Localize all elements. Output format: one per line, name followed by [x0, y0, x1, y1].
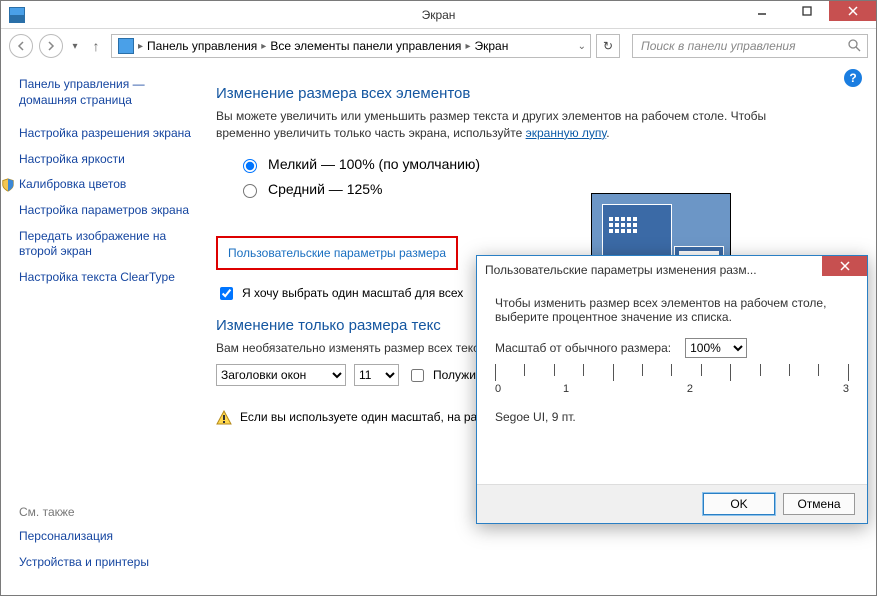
- history-dropdown-icon[interactable]: ▾: [69, 41, 81, 52]
- chevron-right-icon: ▸: [465, 41, 470, 52]
- dialog-title: Пользовательские параметры изменения раз…: [485, 263, 757, 277]
- search-box[interactable]: [632, 34, 868, 58]
- ruler-label-0: 0: [495, 383, 501, 395]
- magnifier-link[interactable]: экранную лупу: [526, 126, 607, 140]
- breadcrumb-dropdown-icon[interactable]: ⌄: [578, 41, 586, 52]
- bold-label: Полужи: [433, 368, 476, 382]
- sidebar-brightness-link[interactable]: Настройка яркости: [19, 152, 194, 168]
- dialog-close-button[interactable]: [822, 256, 867, 276]
- navbar: ▾ ↑ ▸ Панель управления ▸ Все элементы п…: [1, 29, 876, 63]
- sidebar-home-link[interactable]: Панель управления — домашняя страница: [19, 77, 194, 108]
- text-element-select[interactable]: Заголовки окон: [216, 364, 346, 386]
- custom-size-highlight: Пользовательские параметры размера: [216, 236, 458, 270]
- ok-button[interactable]: OK: [703, 493, 775, 515]
- chevron-right-icon: ▸: [138, 41, 143, 52]
- radio-small[interactable]: Мелкий — 100% (по умолчанию): [238, 156, 858, 173]
- display-icon: [118, 38, 134, 54]
- sidebar-item-label: Калибровка цветов: [19, 177, 126, 191]
- warning-icon: [216, 410, 232, 426]
- single-scale-label: Я хочу выбрать один масштаб для всех: [242, 286, 463, 300]
- display-settings-window: Экран ▾ ↑ ▸ Панель управления ▸ В: [0, 0, 877, 596]
- scale-select[interactable]: 100%: [685, 338, 747, 358]
- forward-button[interactable]: [39, 34, 63, 58]
- shield-icon: [1, 178, 15, 192]
- custom-size-link[interactable]: Пользовательские параметры размера: [228, 246, 446, 260]
- breadcrumb-item-control-panel[interactable]: Панель управления: [147, 39, 257, 53]
- sidebar-cleartype-link[interactable]: Настройка текста ClearType: [19, 270, 194, 286]
- radio-medium[interactable]: Средний — 125%: [238, 181, 858, 198]
- ruler-label-3: 3: [843, 383, 849, 395]
- maximize-button[interactable]: [784, 1, 829, 21]
- ruler[interactable]: 0 1 2 3: [495, 364, 849, 400]
- help-icon[interactable]: ?: [844, 69, 862, 87]
- ruler-label-1: 1: [563, 383, 569, 395]
- font-sample: Segoe UI, 9 пт.: [495, 410, 849, 424]
- breadcrumb[interactable]: ▸ Панель управления ▸ Все элементы панел…: [111, 34, 591, 58]
- font-size-select[interactable]: 11: [354, 364, 399, 386]
- see-also-header: См. также: [19, 505, 194, 519]
- sidebar-settings-link[interactable]: Настройка параметров экрана: [19, 203, 194, 219]
- chevron-right-icon: ▸: [261, 41, 266, 52]
- sidebar-personalization-link[interactable]: Персонализация: [19, 529, 194, 545]
- up-button[interactable]: ↑: [87, 38, 105, 54]
- radio-small-label: Мелкий — 100% (по умолчанию): [268, 156, 480, 172]
- dialog-intro: Чтобы изменить размер всех элементов на …: [495, 296, 849, 324]
- ruler-label-2: 2: [687, 383, 693, 395]
- search-input[interactable]: [639, 38, 861, 54]
- scale-label: Масштаб от обычного размера:: [495, 341, 671, 355]
- sidebar: Панель управления — домашняя страница На…: [1, 63, 206, 595]
- close-button[interactable]: [829, 1, 876, 21]
- resize-description: Вы можете увеличить или уменьшить размер…: [216, 108, 776, 142]
- custom-dpi-dialog: Пользовательские параметры изменения раз…: [476, 255, 868, 524]
- breadcrumb-item-display[interactable]: Экран: [474, 39, 508, 53]
- radio-medium-input[interactable]: [243, 184, 257, 198]
- sidebar-calibrate-link[interactable]: Калибровка цветов: [19, 177, 194, 193]
- back-button[interactable]: [9, 34, 33, 58]
- single-scale-checkbox[interactable]: [220, 287, 233, 300]
- bold-checkbox-row[interactable]: Полужи: [407, 366, 476, 385]
- bold-checkbox[interactable]: [411, 369, 424, 382]
- titlebar: Экран: [1, 1, 876, 29]
- refresh-button[interactable]: ↻: [596, 34, 620, 58]
- breadcrumb-item-all[interactable]: Все элементы панели управления: [270, 39, 461, 53]
- search-icon[interactable]: [847, 38, 861, 55]
- radio-medium-label: Средний — 125%: [268, 181, 383, 197]
- sidebar-resolution-link[interactable]: Настройка разрешения экрана: [19, 126, 194, 142]
- cancel-button[interactable]: Отмена: [783, 493, 855, 515]
- sidebar-devices-link[interactable]: Устройства и принтеры: [19, 555, 194, 571]
- radio-small-input[interactable]: [243, 159, 257, 173]
- minimize-button[interactable]: [739, 1, 784, 21]
- dialog-titlebar[interactable]: Пользовательские параметры изменения раз…: [477, 256, 867, 284]
- sidebar-project-link[interactable]: Передать изображение на второй экран: [19, 229, 194, 260]
- heading-resize-all: Изменение размера всех элементов: [216, 85, 858, 102]
